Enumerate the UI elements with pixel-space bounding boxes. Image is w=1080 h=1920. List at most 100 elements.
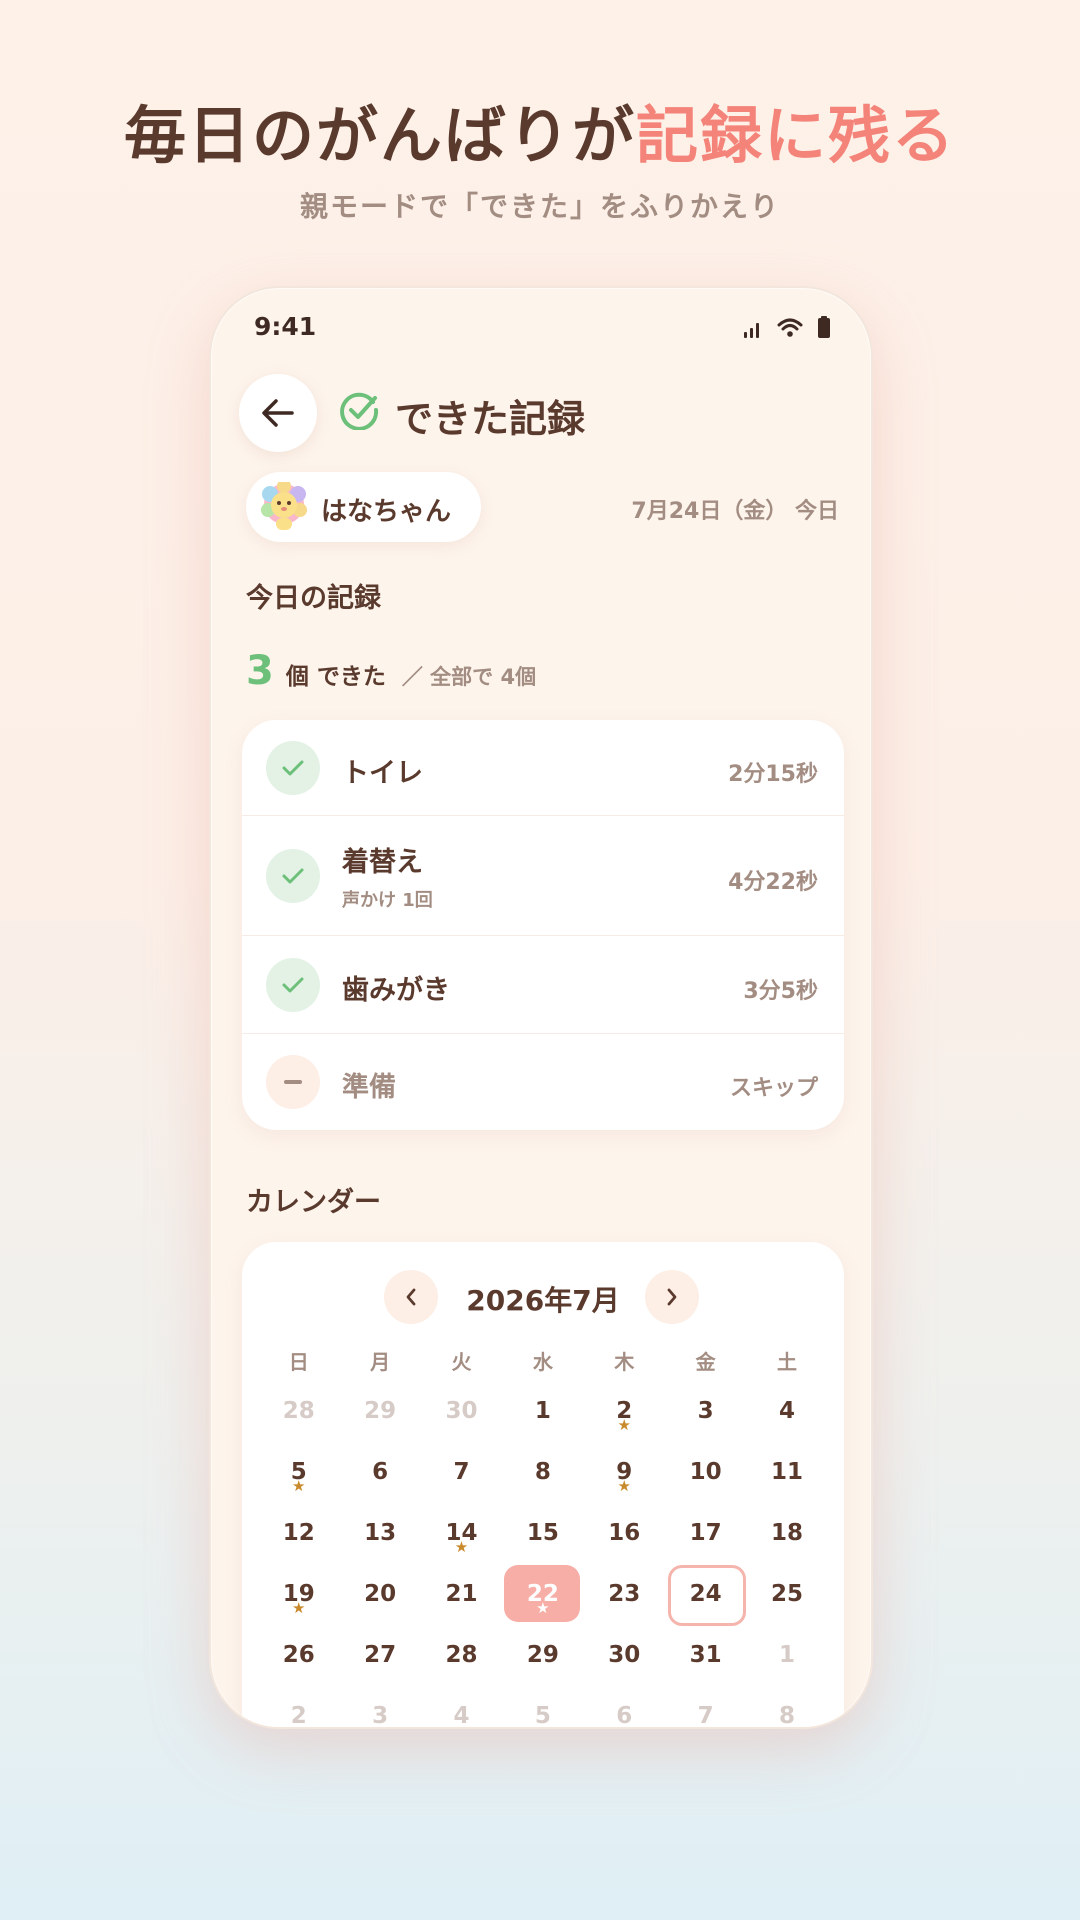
calendar-day[interactable]: 3 [665,1380,746,1441]
today-section-title: 今日の記録 [246,583,381,614]
day-number: 12 [282,1519,315,1546]
calendar-day[interactable]: 26 [258,1624,339,1685]
calendar-day[interactable]: 14 ★ [421,1502,502,1563]
status-time: 9:41 [254,312,317,341]
calendar-day[interactable]: 1 [502,1380,583,1441]
calendar-day[interactable]: 28 [421,1624,502,1685]
day-number: 8 [779,1702,796,1729]
calendar-day[interactable]: 5 ★ [258,1441,339,1502]
calendar-day[interactable]: 12 [258,1502,339,1563]
check-icon [266,849,320,903]
calendar-week: 26 27 28 29 30 31 1 [258,1624,828,1685]
calendar-day[interactable]: 23 [584,1563,665,1624]
check-circle-icon [340,392,379,430]
calendar-day[interactable]: 27 [339,1624,420,1685]
task-time: 4分22秒 [728,870,818,895]
day-number: 28 [445,1641,478,1668]
calendar-day[interactable]: 9 ★ [584,1441,665,1502]
calendar-day[interactable]: 29 [339,1380,420,1441]
calendar-day[interactable]: 3 [339,1685,420,1728]
calendar-day[interactable]: 30 [584,1624,665,1685]
next-month-button[interactable] [645,1270,699,1324]
star-icon: ★ [617,1477,631,1495]
day-number: 24 [689,1580,722,1607]
arrow-left-icon [262,399,294,427]
promo-subline: 親モードで「できた」をふりかえり [299,190,780,223]
task-row[interactable]: 準備 スキップ [242,1034,844,1130]
calendar-day[interactable]: 1 [746,1624,827,1685]
day-number: 25 [771,1580,804,1607]
star-icon: ★ [617,1416,631,1434]
calendar-day[interactable]: 11 [746,1441,827,1502]
calendar-day[interactable]: 16 [584,1502,665,1563]
calendar-day[interactable]: 25 [746,1563,827,1624]
day-number: 26 [282,1641,315,1668]
count-number: 3 [246,648,274,694]
day-number: 3 [697,1397,714,1424]
count-unit: 個 できた [285,664,386,690]
phone-frame: 9:41 できた記録 はなちゃん 7月24日（金） 今日 今日の記録 3 個 で… [209,286,873,1729]
weekday-label: 水 [532,1349,553,1374]
calendar-grid: 日月火水木金土 28 29 30 1 2 ★ 3 4 5 ★ 6 7 8 9 ★ 10 11 12 13 14 ★ 15 1… [258,1340,828,1729]
lion-avatar-icon [261,482,307,530]
calendar-day[interactable]: 8 [502,1441,583,1502]
calendar-day[interactable]: 7 [421,1441,502,1502]
task-row[interactable]: 歯みがき 3分5秒 [242,936,844,1034]
calendar-day[interactable]: 10 [665,1441,746,1502]
weekday-header: 日月火水木金土 [258,1340,828,1380]
task-time: スキップ [729,1076,818,1101]
day-number: 6 [372,1458,389,1485]
calendar-day[interactable]: 8 [746,1685,827,1729]
task-row[interactable]: トイレ 2分15秒 [242,720,844,816]
day-number: 6 [616,1702,633,1729]
child-name: はなちゃん [321,497,452,527]
day-number: 7 [697,1702,714,1729]
calendar-day[interactable]: 13 [339,1502,420,1563]
calendar-day[interactable]: 2 [258,1685,339,1728]
day-number: 13 [364,1519,397,1546]
calendar-day-today[interactable]: 24 [665,1563,747,1626]
day-number: 20 [364,1580,397,1607]
task-list: トイレ 2分15秒 着替え 声かけ 1回 4分22秒 歯みがき 3分5秒 準備 … [242,720,844,1130]
calendar-day[interactable]: 17 [665,1502,746,1563]
calendar-day[interactable]: 5 [502,1685,583,1728]
star-icon: ★ [536,1599,550,1617]
back-button[interactable] [239,374,317,452]
calendar-day[interactable]: 7 [665,1685,746,1729]
calendar-day[interactable]: 20 [339,1563,420,1624]
day-number: 29 [364,1397,397,1424]
star-icon: ★ [454,1538,469,1556]
weekday-label: 月 [370,1349,391,1374]
month-label: 2026年7月 [466,1284,620,1317]
check-icon [266,958,320,1012]
calendar-day[interactable]: 19 ★ [258,1563,339,1624]
task-name: 着替え [342,847,423,878]
day-number: 15 [526,1519,559,1546]
child-selector[interactable]: はなちゃん [246,472,481,542]
calendar-day[interactable]: 2 ★ [584,1380,665,1441]
calendar-day[interactable]: 30 [421,1380,502,1441]
calendar-day[interactable]: 6 [584,1685,665,1729]
calendar-day[interactable]: 18 [746,1502,827,1563]
calendar-day[interactable]: 4 [421,1685,502,1728]
day-number: 21 [445,1580,478,1607]
headline-main: 毎日のがんばりが [123,99,636,172]
day-number: 11 [771,1458,804,1485]
check-icon [266,741,320,795]
calendar-week: 5 ★ 6 7 8 9 ★ 10 11 [258,1441,828,1502]
calendar-day-selected[interactable]: 22 ★ [502,1563,583,1624]
calendar-day[interactable]: 4 [746,1380,827,1441]
calendar-day[interactable]: 28 [258,1380,339,1441]
calendar-day[interactable]: 31 [665,1624,746,1685]
headline-accent: 記録に残る [636,99,957,172]
day-number: 16 [608,1519,641,1546]
calendar-week: 28 29 30 1 2 ★ 3 4 [258,1380,828,1441]
task-name: 歯みがき [342,975,450,1006]
calendar-day[interactable]: 6 [339,1441,420,1502]
calendar-day[interactable]: 15 [502,1502,583,1563]
chevron-right-icon [667,1288,677,1306]
day-number: 1 [779,1641,796,1668]
calendar-day[interactable]: 29 [502,1624,583,1685]
calendar-day[interactable]: 21 [421,1563,502,1624]
task-row[interactable]: 着替え 声かけ 1回 4分22秒 [242,816,844,936]
